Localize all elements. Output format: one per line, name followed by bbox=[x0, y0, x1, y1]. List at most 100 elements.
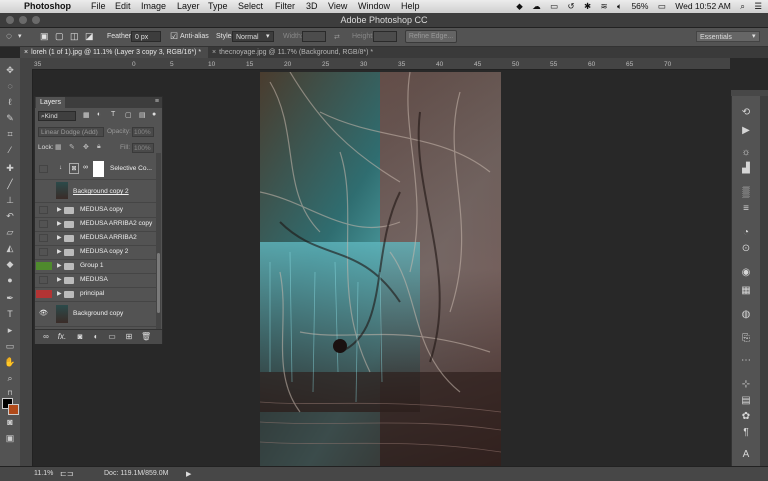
wifi-icon[interactable]: ≋ bbox=[600, 1, 607, 11]
layer-row[interactable]: ▶ MEDUSA ARRIBA2 bbox=[35, 231, 156, 246]
lasso-tool-icon[interactable]: ℓ bbox=[3, 96, 17, 108]
menu-edit[interactable]: Edit bbox=[115, 1, 131, 11]
menu-window[interactable]: Window bbox=[358, 1, 390, 11]
new-selection-icon[interactable]: ▣ bbox=[40, 31, 49, 42]
layers-scrollbar[interactable] bbox=[156, 153, 161, 329]
visibility-toggle[interactable] bbox=[39, 206, 48, 214]
eye-icon[interactable]: 👁︎ bbox=[39, 310, 48, 318]
tool-preset-chevron-icon[interactable]: ▾ bbox=[18, 32, 22, 40]
swap-icon[interactable]: ⇄ bbox=[334, 33, 340, 41]
feather-field[interactable]: 0 px bbox=[131, 31, 161, 42]
bluetooth-icon[interactable]: ✱ bbox=[584, 1, 591, 11]
fx-icon[interactable]: fx. bbox=[57, 332, 67, 342]
tab-thecnoyage[interactable]: × thecnoyage.jpg @ 11.7% (Background, RGB… bbox=[208, 47, 373, 58]
opacity-field[interactable]: 100% bbox=[132, 127, 154, 137]
healing-brush-icon[interactable]: ✚ bbox=[3, 162, 17, 174]
trash-icon[interactable]: 🗑︎ bbox=[141, 332, 151, 342]
menu-layer[interactable]: Layer bbox=[177, 1, 200, 11]
intersect-selection-icon[interactable]: ◪ bbox=[85, 31, 94, 42]
styles-icon[interactable]: ⊙ bbox=[738, 242, 754, 256]
antialias-checkbox[interactable]: ☑ bbox=[170, 31, 178, 42]
brush-tool-icon[interactable]: ╱ bbox=[3, 178, 17, 190]
visibility-toggle[interactable] bbox=[39, 165, 48, 173]
new-adjustment-icon[interactable]: ◐ bbox=[91, 332, 101, 342]
filter-toggle-icon[interactable]: ● bbox=[152, 111, 156, 118]
style-chevron-icon[interactable]: ▾ bbox=[266, 32, 270, 40]
menubar-clock[interactable]: Wed 10:52 AM bbox=[675, 1, 731, 11]
type-tool-icon[interactable]: T bbox=[3, 308, 17, 320]
visibility-toggle[interactable] bbox=[39, 234, 48, 242]
subtract-selection-icon[interactable]: ◫ bbox=[70, 31, 79, 42]
eraser-icon[interactable]: ▱ bbox=[3, 226, 17, 238]
close-icon[interactable]: × bbox=[24, 49, 28, 56]
visibility-toggle[interactable] bbox=[36, 262, 52, 270]
visibility-toggle[interactable] bbox=[39, 220, 48, 228]
new-layer-icon[interactable]: ⊞ bbox=[124, 332, 134, 342]
curves-icon[interactable]: ⋯ bbox=[738, 354, 754, 368]
volume-icon[interactable]: 🔈︎ bbox=[617, 1, 622, 11]
path-selection-icon[interactable]: ▸ bbox=[3, 324, 17, 336]
time-machine-icon[interactable]: ↺ bbox=[567, 1, 574, 11]
close-icon[interactable]: × bbox=[212, 49, 216, 56]
battery-percent[interactable]: 56% bbox=[631, 1, 648, 11]
workspace-select[interactable]: Essentials bbox=[696, 31, 760, 42]
lock-transparent-icon[interactable]: ▦ bbox=[55, 143, 62, 151]
layer-comps-icon[interactable]: ◍ bbox=[738, 308, 754, 322]
filter-smart-object-icon[interactable]: ▤ bbox=[139, 111, 146, 119]
adjustments-icon[interactable]: ◔ bbox=[738, 226, 754, 240]
layer-row[interactable]: ▶ Group 1 bbox=[35, 259, 156, 274]
monitor-icon[interactable]: ▭ bbox=[550, 1, 558, 11]
notification-icon[interactable]: ☰ bbox=[754, 1, 762, 11]
filter-type-icon[interactable]: T bbox=[111, 111, 115, 118]
menu-filter[interactable]: Filter bbox=[275, 1, 295, 11]
properties-icon[interactable]: ⎘ bbox=[738, 332, 754, 346]
chevron-right-icon[interactable]: ▶ bbox=[57, 206, 62, 213]
layer-row[interactable]: Background copy 2 bbox=[35, 180, 156, 203]
dropbox-icon[interactable]: ◆ bbox=[516, 1, 523, 11]
height-field[interactable] bbox=[373, 31, 397, 42]
filter-adjustment-icon[interactable]: ◐ bbox=[97, 111, 101, 118]
share-icon[interactable]: ⊏⊐ bbox=[60, 469, 73, 478]
layer-row[interactable]: ▶ principal bbox=[35, 287, 156, 302]
swatches-icon[interactable]: ≡ bbox=[738, 202, 754, 216]
visibility-toggle[interactable] bbox=[36, 290, 52, 298]
3d-icon[interactable]: ▤ bbox=[738, 394, 754, 408]
pen-tool-icon[interactable]: ✒ bbox=[3, 292, 17, 304]
layer-row[interactable]: ▶ MEDUSA copy 2 bbox=[35, 245, 156, 260]
spotlight-icon[interactable]: ⌕ bbox=[740, 1, 745, 11]
paths-icon[interactable]: ⊹ bbox=[738, 378, 754, 392]
menu-view[interactable]: View bbox=[328, 1, 347, 11]
info-icon[interactable]: ✿ bbox=[738, 410, 754, 424]
actions-icon[interactable]: ▶ bbox=[738, 124, 754, 138]
chevron-right-icon[interactable]: ▶ bbox=[57, 276, 62, 283]
width-field[interactable] bbox=[302, 31, 326, 42]
layer-row[interactable]: ▶ MEDUSA bbox=[35, 273, 156, 288]
visibility-toggle[interactable] bbox=[39, 276, 48, 284]
history-icon[interactable]: ⟲ bbox=[738, 106, 754, 120]
channels-icon[interactable]: ◉ bbox=[738, 266, 754, 280]
background-color-swatch[interactable] bbox=[8, 404, 19, 415]
screen-mode-icon[interactable]: ▣ bbox=[3, 432, 17, 444]
paragraph-icon[interactable]: ¶ bbox=[738, 426, 754, 440]
filter-shape-icon[interactable]: ▢ bbox=[125, 111, 132, 119]
menu-image[interactable]: Image bbox=[141, 1, 166, 11]
menu-photoshop[interactable]: Photoshop bbox=[24, 1, 71, 11]
cloud-icon[interactable]: ☁ bbox=[532, 1, 541, 11]
lock-pixels-icon[interactable]: ✎ bbox=[69, 143, 75, 151]
zoom-tool-icon[interactable]: ⌕ bbox=[3, 372, 17, 384]
layer-row[interactable]: ▶ MEDUSA ARRIBA2 copy bbox=[35, 217, 156, 232]
quick-selection-icon[interactable]: ✎ bbox=[3, 112, 17, 124]
refine-edge-button[interactable]: Refine Edge... bbox=[405, 30, 457, 43]
add-selection-icon[interactable]: ▢ bbox=[55, 31, 64, 42]
link-layers-icon[interactable]: ∞ bbox=[41, 332, 51, 342]
filter-pixel-icon[interactable]: ▦ bbox=[83, 111, 90, 119]
chevron-right-icon[interactable]: ▶ bbox=[57, 290, 62, 297]
history-brush-icon[interactable]: ↶ bbox=[3, 210, 17, 222]
menu-file[interactable]: File bbox=[91, 1, 106, 11]
menu-3d[interactable]: 3D bbox=[306, 1, 318, 11]
chevron-right-icon[interactable]: ▶ bbox=[186, 470, 191, 478]
color-icon[interactable]: ▒ bbox=[738, 186, 754, 200]
crop-tool-icon[interactable]: ⌗ bbox=[3, 128, 17, 140]
chevron-right-icon[interactable]: ▶ bbox=[57, 248, 62, 255]
battery-icon[interactable]: ▭ bbox=[658, 1, 666, 11]
